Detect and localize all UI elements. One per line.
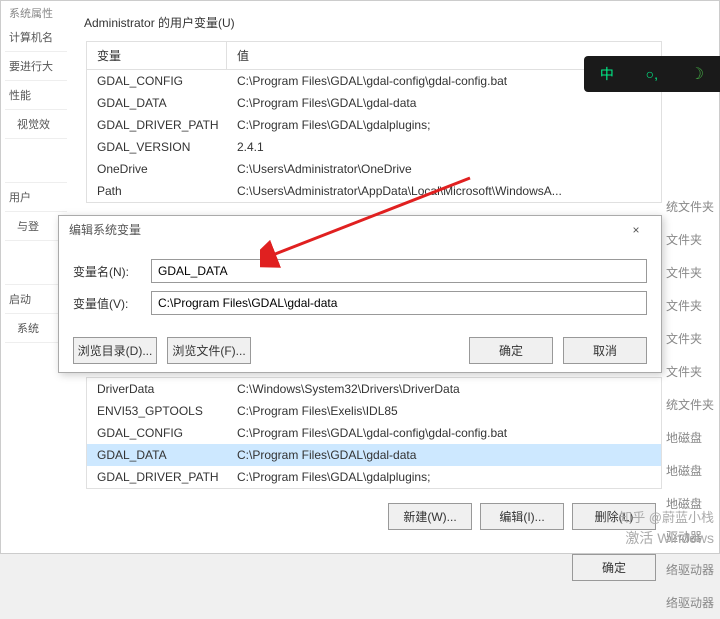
new-button[interactable]: 新建(W)...	[388, 503, 472, 530]
tab-computer-name[interactable]: 计算机名	[5, 23, 67, 52]
table-row[interactable]: PathC:\Users\Administrator\AppData\Local…	[87, 180, 661, 202]
variable-name-input[interactable]	[151, 259, 647, 283]
dialog-titlebar: 编辑系统变量 ×	[59, 216, 661, 243]
browse-file-button[interactable]: 浏览文件(F)...	[167, 337, 251, 364]
tab-item[interactable]: 要进行大	[5, 52, 67, 81]
tab-performance[interactable]: 性能	[5, 81, 67, 110]
table-row[interactable]: GDAL_DATAC:\Program Files\GDAL\gdal-data	[87, 444, 661, 466]
table-row[interactable]: GDAL_CONFIGC:\Program Files\GDAL\gdal-co…	[87, 422, 661, 444]
table-row[interactable]: ENVI53_GPTOOLSC:\Program Files\Exelis\ID…	[87, 400, 661, 422]
ok-button[interactable]: 确定	[572, 554, 656, 581]
close-icon[interactable]: ×	[621, 223, 651, 237]
table-row[interactable]: GDAL_CONFIGC:\Program Files\GDAL\gdal-co…	[87, 70, 661, 92]
watermark: 知乎 @蔚蓝小栈 激活 Windows	[619, 507, 714, 548]
browse-dir-button[interactable]: 浏览目录(D)...	[73, 337, 157, 364]
tab-user[interactable]: 用户	[5, 183, 67, 212]
value-row: 变量值(V):	[73, 291, 647, 315]
header-name[interactable]: 变量	[87, 42, 227, 69]
table-row[interactable]: GDAL_VERSION2.4.1	[87, 136, 661, 158]
user-vars-table: 变量 值 GDAL_CONFIGC:\Program Files\GDAL\gd…	[86, 41, 662, 203]
ime-lang-icon[interactable]: 中	[600, 64, 614, 84]
tab-visual[interactable]: 视觉效	[5, 110, 67, 139]
activate-windows-text: 激活 Windows	[619, 528, 714, 548]
dialog-body: 变量名(N): 变量值(V):	[59, 243, 661, 331]
system-vars-table: DriverDataC:\Windows\System32\Drivers\Dr…	[86, 377, 662, 489]
edit-variable-dialog: 编辑系统变量 × 变量名(N): 变量值(V): 浏览目录(D)... 浏览文件…	[58, 215, 662, 373]
table-row[interactable]: GDAL_DRIVER_PATHC:\Program Files\GDAL\gd…	[87, 114, 661, 136]
watermark-author: 知乎 @蔚蓝小栈	[619, 507, 714, 526]
ime-toolbar[interactable]: 中 ○, ☽	[584, 56, 720, 92]
variable-value-input[interactable]	[151, 291, 647, 315]
panel-buttons: 确定	[74, 540, 674, 591]
table-header: 变量 值	[87, 42, 661, 70]
ime-mode-icon[interactable]: ☽	[690, 64, 704, 84]
table-row[interactable]: GDAL_DATAC:\Program Files\GDAL\gdal-data	[87, 92, 661, 114]
name-row: 变量名(N):	[73, 259, 647, 283]
bg-folder-labels: 统文件夹 文件夹 文件夹 文件夹 文件夹 文件夹 统文件夹 地磁盘 地磁盘 地磁…	[666, 190, 714, 619]
ime-punct-icon[interactable]: ○,	[646, 66, 658, 82]
edit-button[interactable]: 编辑(I)...	[480, 503, 564, 530]
user-vars-label: Administrator 的用户变量(U)	[74, 8, 674, 37]
ok-button[interactable]: 确定	[469, 337, 553, 364]
table-row[interactable]: OneDriveC:\Users\Administrator\OneDrive	[87, 158, 661, 180]
name-label: 变量名(N):	[73, 263, 151, 280]
cancel-button[interactable]: 取消	[563, 337, 647, 364]
table-row[interactable]: DriverDataC:\Windows\System32\Drivers\Dr…	[87, 378, 661, 400]
value-label: 变量值(V):	[73, 295, 151, 312]
sys-buttons: 新建(W)... 编辑(I)... 删除(L)	[74, 493, 674, 540]
dialog-title-text: 编辑系统变量	[69, 221, 141, 238]
dialog-buttons: 浏览目录(D)... 浏览文件(F)... 确定 取消	[59, 331, 661, 370]
table-row[interactable]: GDAL_DRIVER_PATHC:\Program Files\GDAL\gd…	[87, 466, 661, 488]
